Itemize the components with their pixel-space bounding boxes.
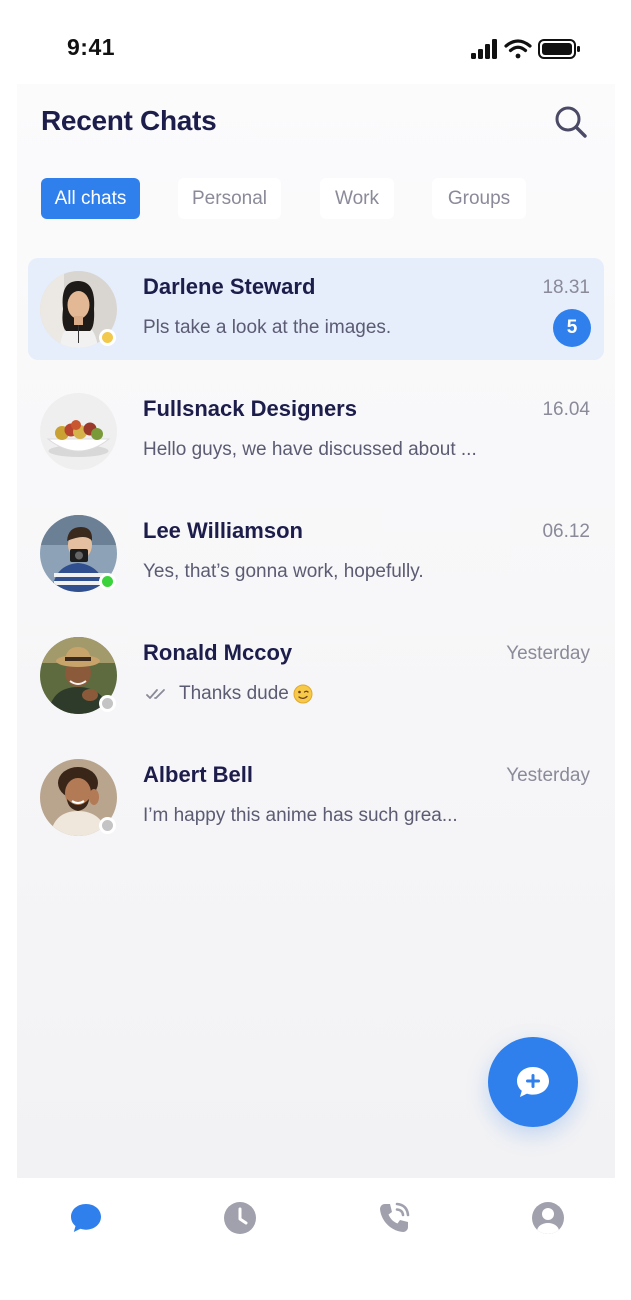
bottom-navigation — [17, 1178, 615, 1258]
avatar — [40, 393, 117, 470]
cellular-signal-icon — [471, 39, 497, 59]
nav-tab-history[interactable] — [220, 1198, 260, 1238]
chat-bubble-icon — [71, 1204, 101, 1232]
chat-name: Lee Williamson — [143, 518, 303, 543]
filter-tab-groups[interactable]: Groups — [432, 178, 526, 219]
wifi-icon — [504, 39, 532, 59]
chat-row-lee-williamson[interactable]: Lee Williamson 06.12 Yes, that’s gonna w… — [28, 502, 604, 604]
filter-tab-personal[interactable]: Personal — [178, 178, 281, 219]
presence-indicator-away — [99, 329, 116, 346]
chat-name: Fullsnack Designers — [143, 396, 357, 421]
chat-time: Yesterday — [506, 765, 590, 786]
filter-tab-work[interactable]: Work — [320, 178, 394, 219]
chat-time: 16.04 — [542, 399, 590, 420]
filter-tab-all-chats[interactable]: All chats — [41, 178, 140, 219]
double-check-icon — [146, 689, 165, 699]
battery-icon — [538, 39, 580, 59]
chat-preview-text: Thanks dude — [179, 683, 289, 704]
chat-row-darlene-steward[interactable]: Darlene Steward 18.31 Pls take a look at… — [28, 258, 604, 360]
wink-emoji — [293, 684, 313, 704]
chat-time: Yesterday — [506, 643, 590, 664]
chat-time: 18.31 — [542, 277, 590, 298]
status-icons — [471, 39, 580, 59]
status-bar: 9:41 — [0, 0, 631, 90]
chat-time: 06.12 — [542, 521, 590, 542]
chat-name: Darlene Steward — [143, 274, 316, 299]
presence-indicator-offline — [99, 817, 116, 834]
chat-preview: Yes, that’s gonna work, hopefully. — [143, 561, 424, 583]
chat-row-fullsnack-designers[interactable]: Fullsnack Designers 16.04 Hello guys, we… — [28, 380, 604, 482]
new-chat-icon — [517, 1067, 549, 1097]
new-chat-button[interactable] — [488, 1037, 578, 1127]
chat-name: Ronald Mccoy — [143, 640, 293, 665]
chat-preview: Hello guys, we have discussed about ... — [143, 439, 477, 461]
chat-name: Albert Bell — [143, 762, 254, 787]
nav-tab-chats[interactable] — [66, 1198, 106, 1238]
phone-call-icon — [380, 1202, 410, 1232]
nav-tab-profile[interactable] — [528, 1198, 568, 1238]
user-profile-icon — [532, 1202, 564, 1234]
status-time: 9:41 — [67, 34, 116, 60]
chat-preview: Pls take a look at the images. — [143, 317, 391, 339]
chat-preview: Thanks dude — [143, 683, 313, 705]
presence-indicator-online — [99, 573, 116, 590]
search-icon — [555, 106, 587, 138]
chat-preview-text: Pls take a look at the images. — [143, 317, 392, 338]
chat-preview: I’m happy this anime has such grea... — [143, 805, 458, 827]
chat-preview-text: Hello guys, we have discussed about ... — [143, 439, 477, 460]
presence-indicator-offline — [99, 695, 116, 712]
chat-row-ronald-mccoy[interactable]: Ronald Mccoy Yesterday Thanks dude — [28, 624, 604, 726]
unread-badge: 5 — [553, 309, 591, 347]
page-title: Recent Chats — [41, 105, 217, 136]
nav-tab-calls[interactable] — [374, 1198, 414, 1238]
chat-preview-text: I’m happy this anime has such grea... — [143, 805, 458, 826]
search-button[interactable] — [552, 103, 588, 139]
chat-row-albert-bell[interactable]: Albert Bell Yesterday I’m happy this ani… — [28, 746, 604, 848]
clock-icon — [224, 1202, 256, 1234]
chat-preview-text: Yes, that’s gonna work, hopefully. — [143, 561, 424, 582]
